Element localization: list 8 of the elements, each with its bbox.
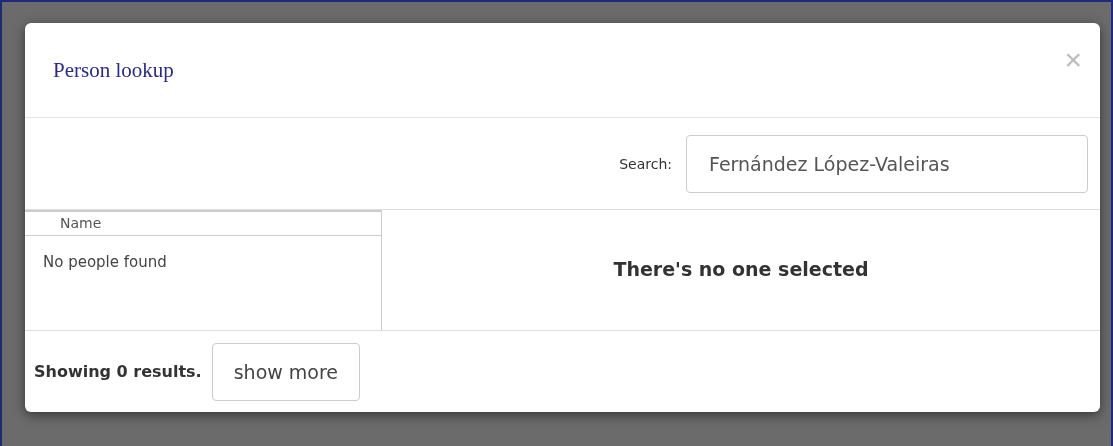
search-field[interactable]: Fernández López-Valeiras xyxy=(686,134,1088,193)
selection-message: There's no one selected xyxy=(613,258,869,282)
column-header: Name xyxy=(25,212,381,236)
dialog-title: Person lookup xyxy=(53,57,174,83)
search-label: Search: xyxy=(619,155,672,172)
show-more-button[interactable]: show more xyxy=(211,342,361,401)
results-summary: Showing 0 results. xyxy=(34,362,202,381)
empty-message: No people found xyxy=(42,252,168,271)
